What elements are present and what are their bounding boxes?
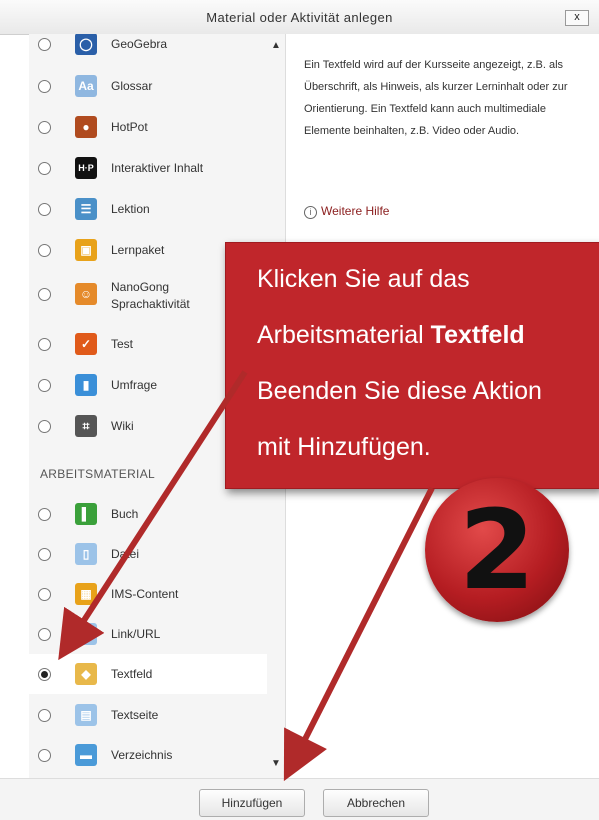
dialog-titlebar: Material oder Aktivität anlegen x — [0, 0, 599, 35]
link-icon: ▯ — [75, 623, 97, 645]
radio-button[interactable] — [38, 38, 51, 51]
callout-line-1: Klicken Sie auf das — [257, 265, 470, 293]
radio-button[interactable] — [38, 244, 51, 257]
nanogong-icon: ☺ — [75, 283, 97, 305]
item-label: IMS-Content — [111, 587, 179, 601]
item-label: Interaktiver Inhalt — [111, 161, 204, 175]
radio-button[interactable] — [38, 548, 51, 561]
item-label: Lektion — [111, 202, 150, 216]
help-link-label[interactable]: Weitere Hilfe — [321, 204, 389, 218]
activities-item[interactable]: ☰ Lektion — [29, 189, 267, 229]
activities-item[interactable]: H·P Interaktiver Inhalt — [29, 148, 267, 188]
item-label-line-2: Sprachaktivität — [111, 297, 190, 311]
radio-button[interactable] — [38, 709, 51, 722]
step-number: 2 — [458, 486, 536, 614]
item-label: Lernpaket — [111, 243, 165, 257]
radio-button[interactable] — [38, 338, 51, 351]
module-description: Ein Textfeld wird auf der Kursseite ange… — [304, 59, 568, 137]
book-icon: ▌ — [75, 503, 97, 525]
item-label: Glossar — [111, 79, 153, 93]
package-icon: ▣ — [75, 239, 97, 261]
instruction-callout: Klicken Sie auf das Arbeitsmaterial Text… — [225, 242, 599, 489]
resources-item[interactable]: ▬ Verzeichnis — [29, 735, 267, 775]
resources-item[interactable]: ▯ Datei — [29, 534, 267, 574]
radio-button[interactable] — [38, 203, 51, 216]
radio-button[interactable] — [38, 588, 51, 601]
item-label: HotPot — [111, 120, 148, 134]
item-label: Datei — [111, 547, 140, 561]
item-label: GeoGebra — [111, 37, 168, 51]
close-button[interactable]: x — [565, 10, 589, 26]
wiki-icon: ⌗ — [75, 415, 97, 437]
radio-button[interactable] — [38, 379, 51, 392]
resources-item[interactable]: ▤ Textseite — [29, 695, 267, 735]
callout-line-4: mit Hinzufügen. — [257, 433, 431, 461]
geogebra-icon: ◯ — [75, 34, 97, 55]
radio-button[interactable] — [38, 121, 51, 134]
info-icon: i — [304, 206, 317, 219]
help-link[interactable]: i Weitere Hilfe — [304, 204, 389, 219]
radio-button[interactable] — [38, 288, 51, 301]
folder-icon: ▬ — [75, 744, 97, 766]
dialog-footer: Hinzufügen Abbrechen — [0, 778, 599, 820]
item-label: Link/URL — [111, 627, 161, 641]
radio-button[interactable] — [38, 749, 51, 762]
item-label: Textfeld — [111, 667, 153, 681]
callout-line-2-bold: Textfeld — [430, 321, 525, 349]
scroll-down-icon[interactable]: ▼ — [271, 758, 281, 769]
item-label: Test — [111, 337, 134, 351]
lesson-icon: ☰ — [75, 198, 97, 220]
hotpot-icon: ● — [75, 116, 97, 138]
callout-line-2-prefix: Arbeitsmaterial — [257, 321, 431, 349]
resources-item[interactable]: ▯ Link/URL — [29, 614, 267, 654]
label-icon: ◆ — [75, 663, 97, 685]
scroll-up-icon[interactable]: ▲ — [271, 40, 281, 51]
add-button[interactable]: Hinzufügen — [199, 789, 305, 817]
file-icon: ▯ — [75, 543, 97, 565]
radio-button[interactable] — [38, 668, 51, 681]
step-badge: 2 — [425, 478, 569, 622]
h5p-icon: H·P — [75, 157, 97, 179]
item-label: Umfrage — [111, 378, 158, 392]
radio-button[interactable] — [38, 508, 51, 521]
activities-item[interactable]: Aa Glossar — [29, 66, 267, 106]
callout-line-3: Beenden Sie diese Aktion — [257, 377, 542, 405]
radio-button[interactable] — [38, 420, 51, 433]
page-icon: ▤ — [75, 704, 97, 726]
radio-button[interactable] — [38, 162, 51, 175]
item-label: Textseite — [111, 708, 159, 722]
quiz-icon: ✓ — [75, 333, 97, 355]
resources-item[interactable]: ▦ IMS-Content — [29, 574, 267, 614]
survey-icon: ▮ — [75, 374, 97, 396]
cancel-button[interactable]: Abbrechen — [323, 789, 429, 817]
item-label: Buch — [111, 507, 139, 521]
section-header-resources: ARBEITSMATERIAL — [40, 467, 155, 481]
item-label: NanoGong — [111, 280, 170, 294]
resources-item[interactable]: ▌ Buch — [29, 494, 267, 534]
activities-item[interactable]: ◯ GeoGebra — [29, 34, 267, 64]
item-label: Verzeichnis — [111, 748, 173, 762]
radio-button[interactable] — [38, 80, 51, 93]
dialog-title: Material oder Aktivität anlegen — [206, 10, 393, 25]
item-label: Wiki — [111, 419, 134, 433]
callout-line-2: Arbeitsmaterial Textfeld — [257, 321, 525, 350]
radio-button[interactable] — [38, 628, 51, 641]
ims-content-icon: ▦ — [75, 583, 97, 605]
glossary-icon: Aa — [75, 75, 97, 97]
activities-item[interactable]: ● HotPot — [29, 107, 267, 147]
resources-item[interactable]: ◆ Textfeld — [29, 654, 267, 694]
